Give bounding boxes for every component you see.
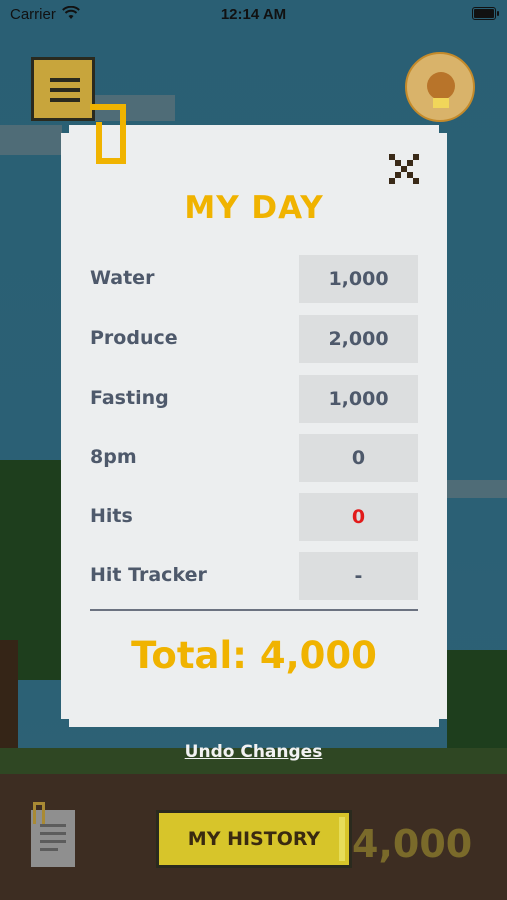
divider (90, 609, 418, 611)
row-value-8pm[interactable]: 0 (299, 434, 418, 482)
status-time: 12:14 AM (220, 6, 287, 23)
row-label-hit-tracker: Hit Tracker (90, 564, 207, 586)
paperclip-icon (33, 802, 45, 824)
bracket-icon (90, 104, 126, 164)
row-label-hits: Hits (90, 505, 133, 527)
close-icon[interactable] (389, 154, 419, 184)
avatar-icon (427, 72, 455, 100)
bottom-total: 4,000 (352, 822, 473, 866)
status-bar: Carrier 12:14 AM (0, 0, 507, 30)
avatar-button[interactable] (405, 52, 475, 122)
row-value-water[interactable]: 1,000 (299, 255, 418, 303)
menu-icon (50, 78, 80, 82)
row-value-produce[interactable]: 2,000 (299, 315, 418, 363)
row-label-fasting: Fasting (90, 387, 169, 409)
total-label: Total: 4,000 (131, 634, 377, 677)
battery-icon (472, 7, 499, 20)
undo-changes-link[interactable]: Undo Changes (0, 742, 507, 762)
row-label-8pm: 8pm (90, 446, 137, 468)
menu-button[interactable] (31, 57, 95, 121)
my-history-button[interactable]: MY HISTORY (156, 810, 352, 868)
modal-title: MY DAY (184, 190, 324, 226)
row-label-water: Water (90, 267, 155, 289)
row-value-hits[interactable]: 0 (299, 493, 418, 541)
row-label-produce: Produce (90, 327, 178, 349)
row-value-fasting[interactable]: 1,000 (299, 375, 418, 423)
app-screen: Carrier 12:14 AM MY DAY Water 1,000 Prod… (0, 0, 507, 900)
row-value-hit-tracker[interactable]: - (299, 552, 418, 600)
